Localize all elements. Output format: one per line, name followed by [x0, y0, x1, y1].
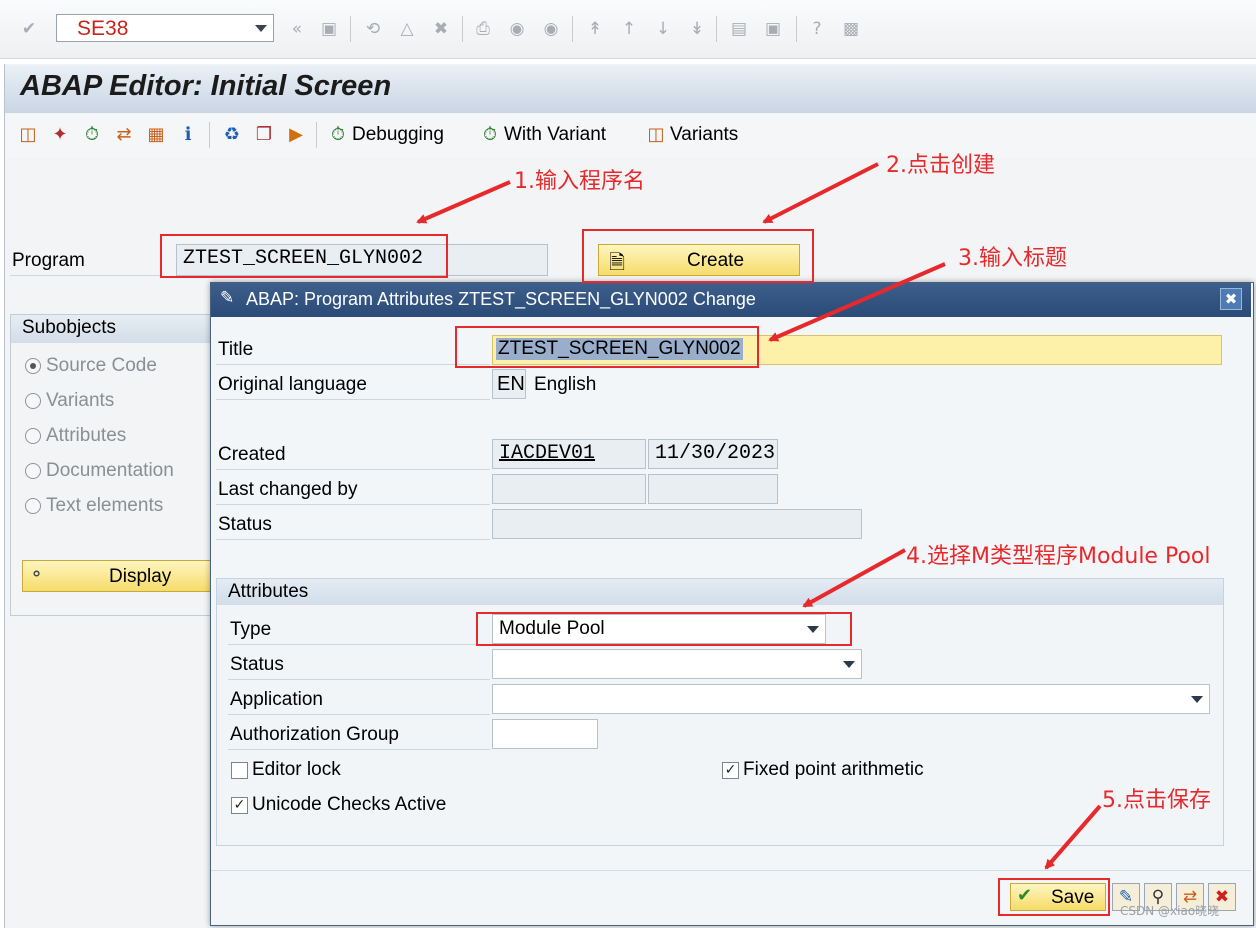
annotation-arrows [416, 162, 1102, 870]
arrow-step1 [416, 180, 511, 224]
arrow-step3 [768, 262, 946, 342]
arrow-step2 [762, 162, 879, 224]
arrow-step4 [802, 548, 906, 608]
arrow-step5 [1044, 804, 1102, 870]
